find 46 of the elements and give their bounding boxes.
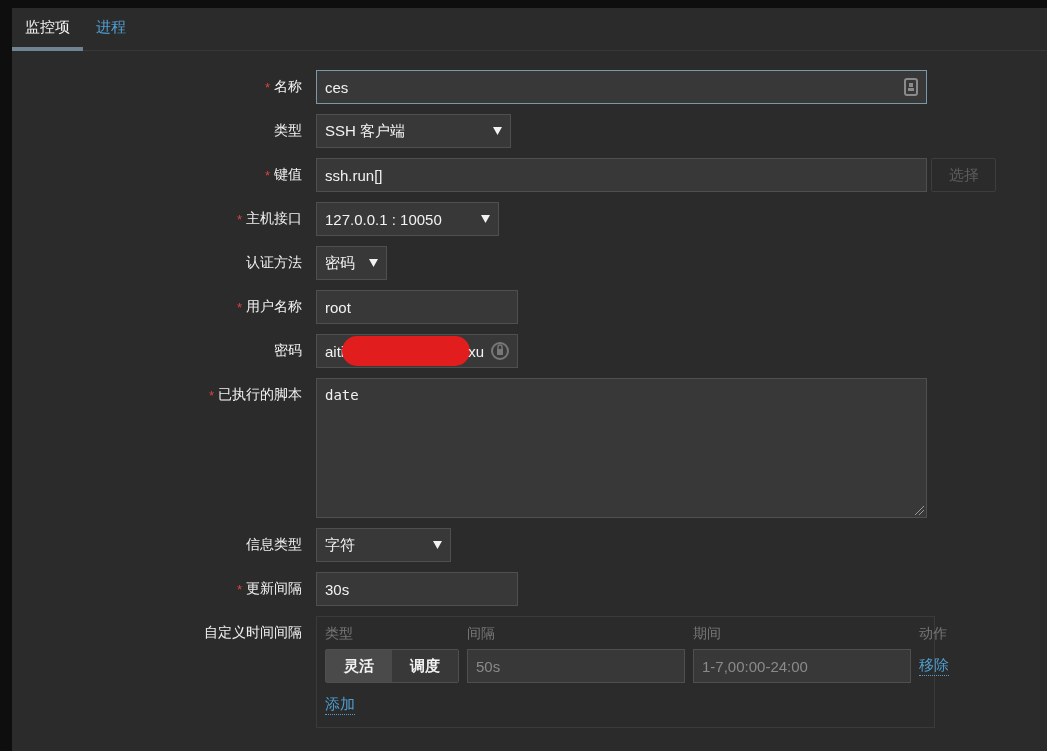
field-label: 自定义时间间隔: [204, 624, 302, 642]
required-mark: *: [264, 167, 270, 183]
add-link[interactable]: 添加: [325, 695, 355, 715]
field-label: 已执行的脚本: [218, 386, 302, 404]
column-header: 期间: [693, 625, 722, 643]
column-header: 动作: [919, 625, 948, 643]
column-header: 间隔: [467, 625, 496, 643]
caret-icon: [369, 259, 378, 267]
dropdown[interactable]: SSH 客户端: [316, 114, 511, 148]
script-textarea[interactable]: date: [316, 378, 927, 518]
field-label: 类型: [274, 122, 302, 140]
interval-field[interactable]: 50s: [467, 649, 685, 683]
field-label: 密码: [274, 342, 302, 360]
resize-handle-icon: [914, 505, 924, 515]
tab[interactable]: 监控项: [12, 8, 83, 51]
text-field[interactable]: 30s: [316, 572, 518, 606]
required-mark: *: [208, 387, 214, 403]
remove-link[interactable]: 移除: [919, 656, 949, 676]
field-label: 主机接口: [246, 210, 302, 228]
field-label: 认证方法: [246, 254, 302, 272]
text-field[interactable]: root: [316, 290, 518, 324]
text-field[interactable]: ssh.run[]: [316, 158, 927, 192]
required-mark: *: [236, 211, 242, 227]
field-label: 更新间隔: [246, 580, 302, 598]
caret-icon: [481, 215, 490, 223]
text-field[interactable]: ces: [316, 70, 927, 104]
mode-toggle[interactable]: 灵活: [326, 650, 392, 682]
caret-icon: [433, 541, 442, 549]
required-mark: *: [264, 79, 270, 95]
mode-toggle[interactable]: 调度: [392, 650, 458, 682]
field-label: 名称: [274, 78, 302, 96]
field-label: 信息类型: [246, 536, 302, 554]
required-mark: *: [236, 299, 242, 315]
column-header: 类型: [325, 625, 354, 643]
dropdown[interactable]: 密码: [316, 246, 387, 280]
tab[interactable]: 进程: [83, 8, 139, 51]
field-label: 用户名称: [246, 298, 302, 316]
field-label: 键值: [274, 166, 302, 184]
required-mark: *: [236, 581, 242, 597]
badge-icon: [904, 78, 918, 96]
caret-icon: [493, 127, 502, 135]
lock-icon: [491, 341, 509, 361]
period-field[interactable]: 1-7,00:00-24:00: [693, 649, 911, 683]
dropdown[interactable]: 127.0.0.1 : 10050: [316, 202, 499, 236]
password-text: aiti: [325, 342, 345, 360]
dropdown[interactable]: 字符: [316, 528, 451, 562]
